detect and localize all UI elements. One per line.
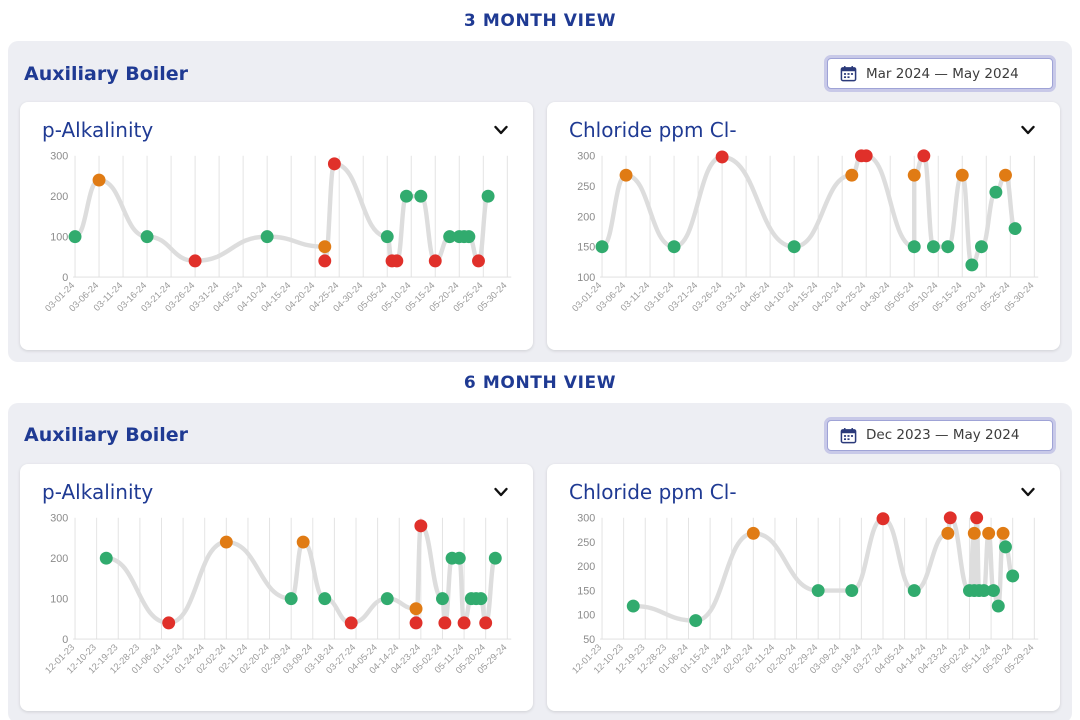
chart-card-chloride-6m: Chloride ppm Cl- 50 100 150 200 250 300 12-01-… xyxy=(547,463,1060,712)
chart-card-p-alkalinity-3m: p-Alkalinity 0 100 200 300 03-01-24 03-06-24 0… xyxy=(20,102,533,350)
date-range-picker-3-month[interactable]: Mar 2024 — May 2024 xyxy=(824,55,1056,92)
date-range-picker-6-month[interactable]: Dec 2023 — May 2024 xyxy=(824,416,1056,454)
svg-text:100: 100 xyxy=(577,609,595,621)
section-heading-3-month: 3 MONTH VIEW xyxy=(463,11,617,31)
svg-text:150: 150 xyxy=(577,585,595,597)
chart-card-chloride-3m: Chloride ppm Cl- 100 150 200 250 300 03-01-24… xyxy=(547,102,1060,350)
svg-text:300: 300 xyxy=(50,151,68,163)
charts-row-6-month: p-Alkalinity 0 100 200 300 12-01-23 12-10-23 1… xyxy=(8,463,1072,712)
calendar-icon xyxy=(840,65,857,82)
date-range-label: Dec 2023 — May 2024 xyxy=(866,427,1020,444)
chart-title: p-Alkalinity xyxy=(42,479,154,504)
svg-text:250: 250 xyxy=(577,181,595,193)
chevron-down-icon[interactable] xyxy=(1014,116,1042,144)
panel-3-month: Auxiliary Boiler Mar 2024 — May 2024 p-A… xyxy=(8,41,1072,362)
plot-p-alkalinity-3m[interactable]: 0 100 200 300 03-01-24 03-06-24 03-11-24 03-16-… xyxy=(32,146,521,338)
panel-header: Auxiliary Boiler Dec 2023 — May 2024 xyxy=(8,403,1072,464)
chart-title: p-Alkalinity xyxy=(42,118,154,142)
panel-title: Auxiliary Boiler xyxy=(24,62,189,85)
svg-text:100: 100 xyxy=(50,593,68,605)
chevron-down-icon[interactable] xyxy=(487,116,515,144)
chart-title: Chloride ppm Cl- xyxy=(569,479,737,504)
plot-chloride-6m[interactable]: 50 100 150 200 250 300 12-01-23 12-10-23 12-19-2… xyxy=(559,508,1048,700)
plot-chloride-3m[interactable]: 100 150 200 250 300 03-01-24 03-06-24 03-11-24 0… xyxy=(559,146,1048,338)
svg-text:200: 200 xyxy=(577,211,595,223)
svg-text:300: 300 xyxy=(50,512,68,524)
panel-title: Auxiliary Boiler xyxy=(24,424,189,447)
calendar-icon xyxy=(840,427,857,444)
svg-text:100: 100 xyxy=(577,272,595,284)
svg-text:150: 150 xyxy=(577,242,595,254)
svg-text:200: 200 xyxy=(50,191,68,203)
svg-text:250: 250 xyxy=(577,537,595,549)
panel-header: Auxiliary Boiler Mar 2024 — May 2024 xyxy=(8,41,1072,102)
svg-text:300: 300 xyxy=(577,512,595,524)
svg-text:100: 100 xyxy=(50,232,68,244)
section-heading-6-month: 6 MONTH VIEW xyxy=(463,372,617,393)
chart-card-p-alkalinity-6m: p-Alkalinity 0 100 200 300 12-01-23 12-10-23 1… xyxy=(20,463,533,712)
plot-p-alkalinity-6m[interactable]: 0 100 200 300 12-01-23 12-10-23 12-19-23 12-28-… xyxy=(32,508,521,700)
chevron-down-icon[interactable] xyxy=(1014,478,1042,506)
date-range-label: Mar 2024 — May 2024 xyxy=(866,65,1019,82)
svg-text:200: 200 xyxy=(577,561,595,573)
svg-text:300: 300 xyxy=(577,151,595,163)
charts-row-3-month: p-Alkalinity 0 100 200 300 03-01-24 03-06-24 0… xyxy=(8,102,1072,350)
svg-text:200: 200 xyxy=(50,553,68,565)
panel-6-month: Auxiliary Boiler Dec 2023 — May 2024 p-A… xyxy=(8,402,1072,720)
chart-title: Chloride ppm Cl- xyxy=(569,118,737,142)
chevron-down-icon[interactable] xyxy=(487,478,515,506)
dashboard-page: 3 MONTH VIEW Auxiliary Boiler Mar 2024 —… xyxy=(0,0,1080,720)
